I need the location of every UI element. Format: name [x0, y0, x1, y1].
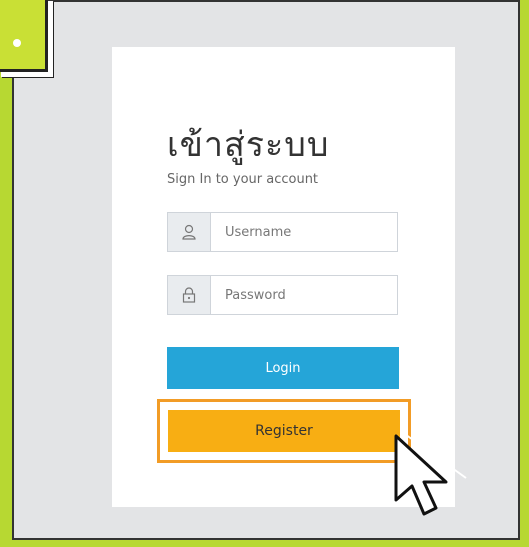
username-field[interactable] — [167, 212, 398, 252]
register-button[interactable]: Register — [168, 410, 400, 452]
user-icon — [168, 213, 211, 251]
register-highlight: Register — [157, 399, 411, 463]
mouse-pointer-icon — [394, 431, 467, 516]
page-title: เข้าสู่ระบบ — [167, 125, 330, 165]
password-input[interactable] — [211, 276, 397, 314]
corner-badge — [0, 0, 48, 72]
badge-dot — [13, 39, 21, 47]
password-field[interactable] — [167, 275, 398, 315]
login-button[interactable]: Login — [167, 347, 399, 389]
background-frame: เข้าสู่ระบบ Sign In to your account User… — [0, 0, 529, 547]
username-input[interactable] — [211, 213, 397, 251]
page-subtitle: Sign In to your account — [167, 172, 319, 187]
content-panel: เข้าสู่ระบบ Sign In to your account User… — [12, 0, 520, 540]
lock-icon — [168, 276, 211, 314]
